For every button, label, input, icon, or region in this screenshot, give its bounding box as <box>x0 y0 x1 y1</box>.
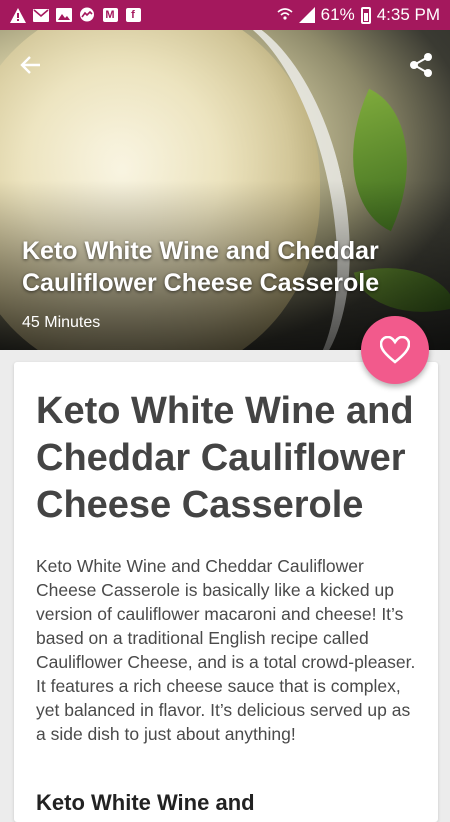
next-section-heading: Keto White Wine and <box>36 790 255 815</box>
heart-icon <box>380 336 410 364</box>
recipe-description: Keto White Wine and Cheddar Cauliflower … <box>36 556 416 744</box>
wifi-call-icon <box>277 7 293 23</box>
recipe-card: Keto White Wine and Cheddar Cauliflower … <box>14 362 438 822</box>
notification-icons: M f <box>10 7 141 23</box>
hero-title: Keto White Wine and Cheddar Cauliflower … <box>22 237 380 297</box>
signal-icon <box>298 7 315 23</box>
back-button[interactable] <box>18 52 44 78</box>
gmail-icon: M <box>102 7 118 23</box>
image-icon <box>56 7 72 23</box>
recipe-title: Keto White Wine and Cheddar Cauliflower … <box>36 390 414 526</box>
status-bar: M f 61% 4:35 PM <box>0 0 450 30</box>
facebook-icon: f <box>125 7 141 23</box>
recipe-hero-image: Keto White Wine and Cheddar Cauliflower … <box>0 30 450 350</box>
arrow-left-icon <box>20 56 40 74</box>
clock: 4:35 PM <box>376 5 440 24</box>
battery-percent: 61% <box>320 5 355 24</box>
share-button[interactable] <box>408 52 434 78</box>
messenger-icon <box>79 7 95 23</box>
favorite-button[interactable] <box>361 316 429 384</box>
share-icon <box>410 53 432 77</box>
alert-icon <box>10 7 26 23</box>
cook-time: 45 Minutes <box>22 314 101 331</box>
mail-icon <box>33 7 49 23</box>
system-status: 61% 4:35 PM <box>277 5 440 25</box>
battery-icon <box>360 6 371 24</box>
